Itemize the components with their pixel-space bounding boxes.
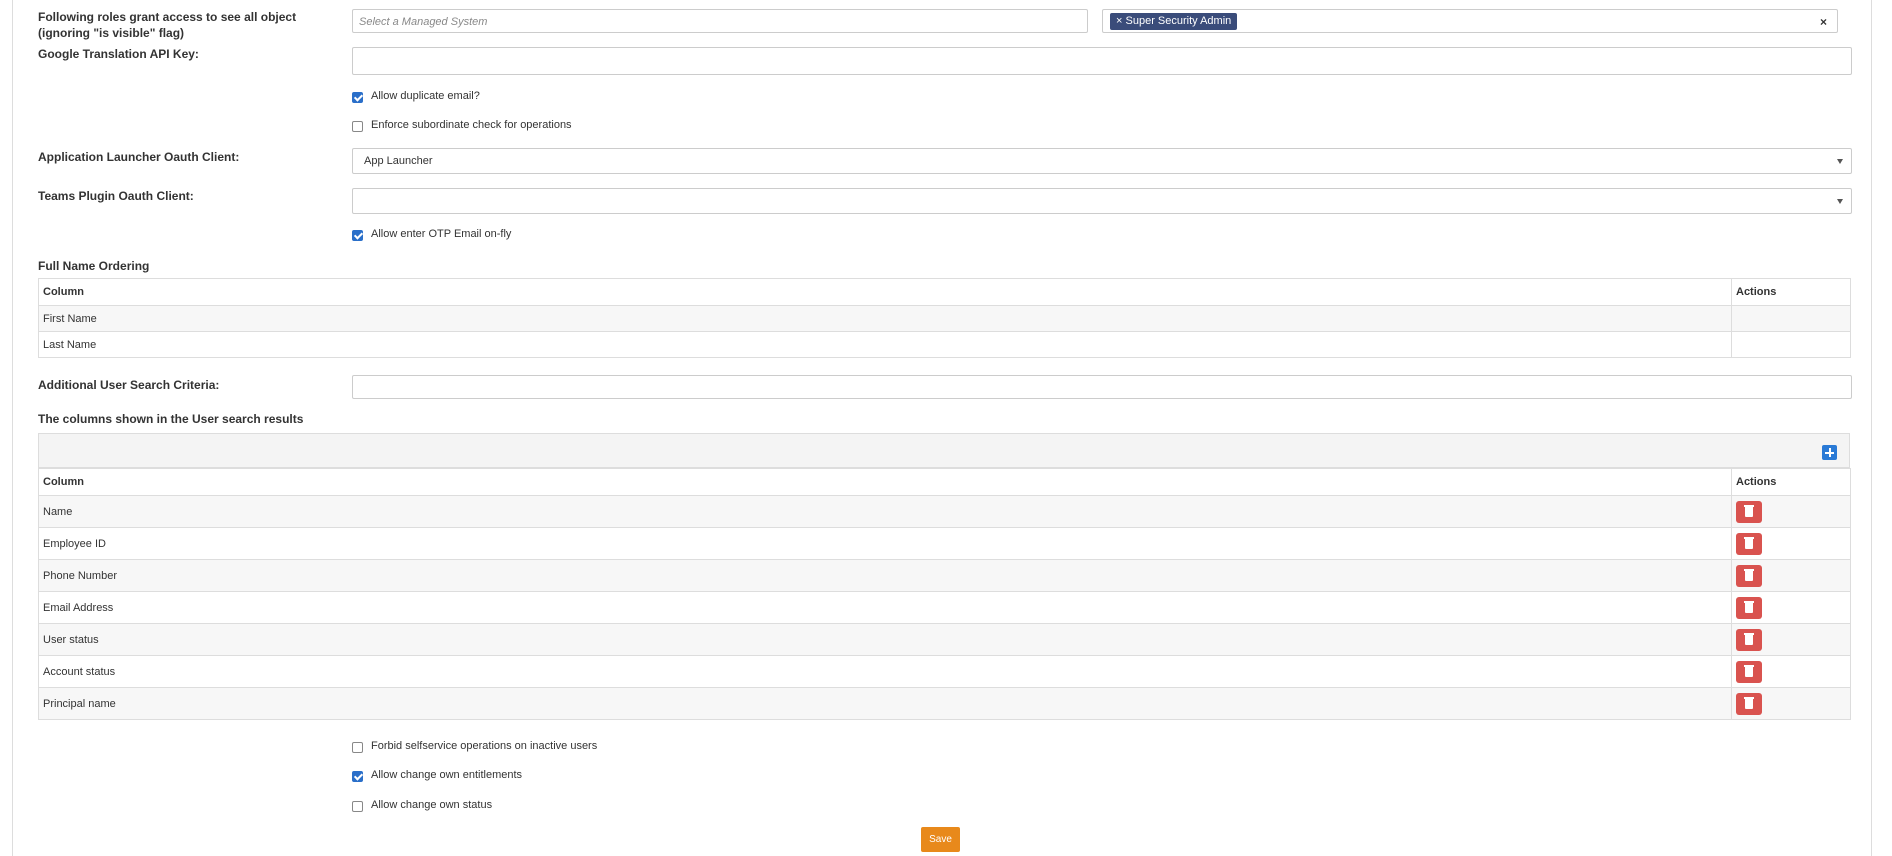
delete-button[interactable] [1736,500,1762,523]
table-cell: Principal name [38,687,1732,720]
delete-button[interactable] [1736,660,1762,683]
additional-search-input[interactable] [352,375,1852,399]
enforce-subordinate-label: Enforce subordinate check for operations [371,119,572,131]
managed-system-placeholder: Select a Managed System [359,16,488,28]
allow-duplicate-email-checkbox[interactable] [352,92,363,103]
forbid-selfservice-checkbox[interactable] [352,742,363,753]
table-row: Employee ID [38,527,1851,560]
app-launcher-value: App Launcher [364,155,433,167]
add-column-button[interactable] [1822,445,1837,460]
allow-change-entitlements-label: Allow change own entitlements [371,769,523,781]
table-cell: Account status [38,655,1732,688]
table-row: Last Name [38,331,1851,358]
actions-header: Actions [1731,278,1851,306]
teams-plugin-label: Teams Plugin Oauth Client: [38,189,194,203]
allow-change-entitlements-checkbox[interactable] [352,771,363,782]
delete-button[interactable] [1736,628,1762,651]
table-row: Phone Number [38,559,1851,592]
table-row: Account status [38,655,1851,688]
user-search-table: Column Actions Name Employee ID Phone Nu… [38,468,1851,720]
actions-cell [1731,305,1851,332]
google-api-input[interactable] [352,47,1852,75]
allow-change-status-label: Allow change own status [371,799,493,811]
table-row: User status [38,623,1851,656]
table-cell: Email Address [38,591,1732,624]
actions-header: Actions [1731,468,1851,496]
tag-remove-icon[interactable]: × [1116,15,1122,27]
roles-label: Following roles grant access to see all … [38,10,297,40]
teams-plugin-select[interactable] [352,188,1852,214]
table-row: First Name [38,305,1851,332]
table-cell: User status [38,623,1732,656]
full-name-ordering-title: Full Name Ordering [38,259,150,273]
app-launcher-select[interactable]: App Launcher [352,148,1852,174]
actions-cell [1731,495,1851,528]
role-tag-label: Super Security Admin [1125,15,1232,27]
google-api-label: Google Translation API Key: [38,47,199,61]
full-name-table: Column Actions First Name Last Name [38,278,1851,358]
delete-button[interactable] [1736,596,1762,619]
allow-otp-checkbox[interactable] [352,230,363,241]
table-row: Email Address [38,591,1851,624]
actions-cell [1731,623,1851,656]
settings-panel [12,0,1872,856]
table-row: Name [38,495,1851,528]
column-header: Column [38,278,1732,306]
actions-cell [1731,527,1851,560]
chevron-down-icon [1837,159,1843,164]
allow-otp-label: Allow enter OTP Email on-fly [371,228,512,240]
save-button[interactable]: Save [921,827,960,852]
app-launcher-label: Application Launcher Oauth Client: [38,150,240,164]
actions-cell [1731,655,1851,688]
managed-system-select[interactable]: Select a Managed System [352,9,1088,33]
user-search-columns-title: The columns shown in the User search res… [38,412,304,426]
table-cell: Name [38,495,1732,528]
forbid-selfservice-label: Forbid selfservice operations on inactiv… [371,740,598,752]
column-header: Column [38,468,1732,496]
user-search-toolbar [38,433,1850,468]
table-cell: Phone Number [38,559,1732,592]
delete-button[interactable] [1736,564,1762,587]
enforce-subordinate-checkbox[interactable] [352,121,363,132]
chevron-down-icon [1837,199,1843,204]
table-cell: Employee ID [38,527,1732,560]
actions-cell [1731,591,1851,624]
actions-cell [1731,559,1851,592]
clear-icon[interactable]: × [1820,15,1827,29]
allow-duplicate-email-label: Allow duplicate email? [371,90,480,102]
additional-search-label: Additional User Search Criteria: [38,378,220,392]
delete-button[interactable] [1736,692,1762,715]
table-cell: First Name [38,305,1732,332]
table-cell: Last Name [38,331,1732,358]
delete-button[interactable] [1736,532,1762,555]
roles-multiselect[interactable]: × Super Security Admin × [1102,9,1838,33]
actions-cell [1731,331,1851,358]
allow-change-status-checkbox[interactable] [352,801,363,812]
actions-cell [1731,687,1851,720]
table-row: Principal name [38,687,1851,720]
role-tag: × Super Security Admin [1110,13,1238,30]
